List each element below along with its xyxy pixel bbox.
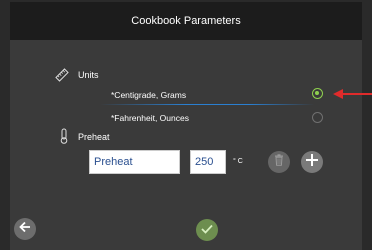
preheat-temperature-input[interactable] [190,150,226,174]
confirm-button[interactable] [196,219,218,241]
checkmark-icon [201,221,213,239]
frame-right [362,0,372,250]
units-option-centigrade-label[interactable]: *Centigrade, Grams [111,90,186,100]
arrow-left-annotation-icon [333,87,372,106]
radio-fahrenheit[interactable] [312,112,323,123]
add-button[interactable] [301,151,323,173]
arrow-left-icon [19,220,31,238]
preheat-name-input[interactable] [89,150,180,174]
preheat-label: Preheat [78,132,110,142]
page-title: Cookbook Parameters [131,15,241,27]
radio-centigrade[interactable] [312,88,323,99]
selection-underline [100,104,314,105]
trash-icon [274,153,284,171]
thermometer-icon [59,128,69,149]
title-bar: Cookbook Parameters [10,2,362,40]
units-label: Units [78,70,99,80]
back-button[interactable] [14,218,36,240]
delete-button[interactable] [268,151,290,173]
temperature-unit: ° C [233,158,243,165]
frame-left [0,0,10,250]
units-option-fahrenheit-label[interactable]: *Fahrenheit, Ounces [111,113,189,123]
plus-icon [306,153,318,171]
ruler-icon [55,68,69,87]
